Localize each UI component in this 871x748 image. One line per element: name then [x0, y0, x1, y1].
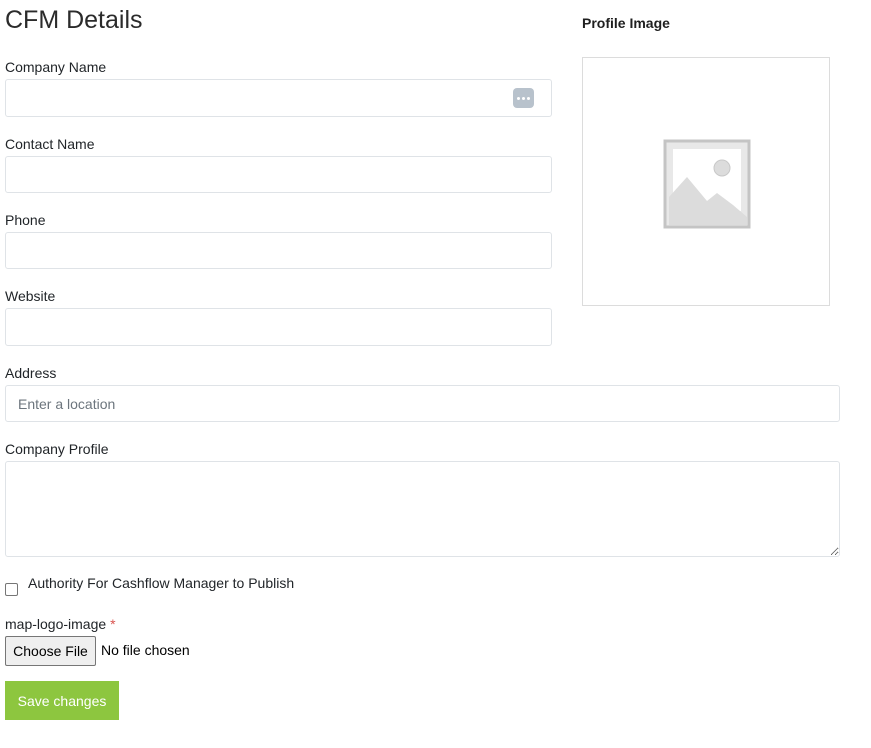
- address-label: Address: [5, 365, 57, 381]
- page-title: CFM Details: [5, 6, 143, 34]
- authority-checkbox[interactable]: [5, 583, 18, 596]
- map-logo-label-text: map-logo-image: [5, 616, 107, 632]
- website-input[interactable]: [5, 308, 552, 346]
- file-status-text: No file chosen: [101, 642, 190, 658]
- company-name-input[interactable]: [5, 79, 552, 117]
- contact-name-label: Contact Name: [5, 136, 95, 152]
- phone-input[interactable]: [5, 232, 552, 269]
- choose-file-button[interactable]: Choose File: [5, 636, 96, 666]
- address-input[interactable]: [5, 385, 840, 422]
- autofill-dots-icon[interactable]: [513, 88, 534, 108]
- map-logo-label: map-logo-image *: [5, 615, 116, 633]
- website-label: Website: [5, 288, 56, 304]
- profile-image-heading: Profile Image: [582, 15, 670, 31]
- phone-label: Phone: [5, 212, 46, 228]
- image-placeholder-icon: [663, 139, 751, 229]
- save-changes-button[interactable]: Save changes: [5, 681, 119, 720]
- company-name-label: Company Name: [5, 59, 107, 75]
- required-marker: *: [110, 616, 116, 632]
- authority-checkbox-label[interactable]: Authority For Cashflow Manager to Publis…: [28, 575, 294, 591]
- company-profile-textarea[interactable]: [5, 461, 840, 557]
- profile-image-box[interactable]: [582, 57, 830, 306]
- company-profile-label: Company Profile: [5, 441, 109, 457]
- contact-name-input[interactable]: [5, 156, 552, 193]
